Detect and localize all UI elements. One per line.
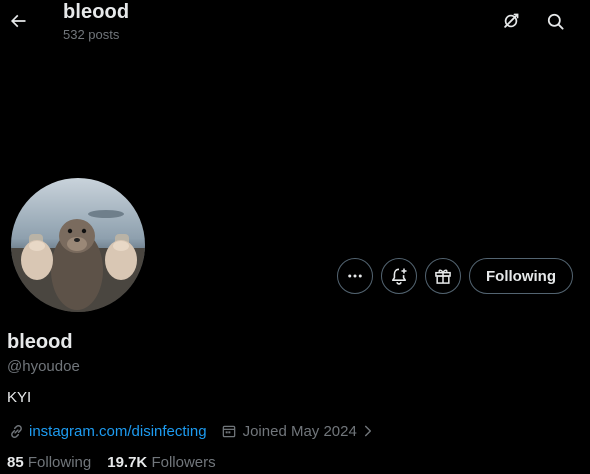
follow-stats: 85 Following 19.7K Followers [7,454,216,471]
grok-button[interactable] [495,5,527,37]
chevron-right-icon[interactable] [359,422,377,440]
arrow-left-icon [10,14,26,28]
calendar-icon [220,422,238,440]
followers-label: Followers [151,454,216,471]
website-link[interactable]: instagram.com/disinfecting [29,423,207,440]
post-count: 532 posts [63,27,120,42]
link-icon [7,422,25,440]
more-button[interactable] [337,258,373,294]
top-bar: bleood 532 posts [0,0,590,46]
followers-stat[interactable]: 19.7K Followers [107,454,215,471]
search-icon [547,13,564,30]
following-stat[interactable]: 85 Following [7,454,91,471]
more-dots-icon [348,274,362,278]
bell-plus-icon [391,268,407,285]
notify-button[interactable] [381,258,417,294]
search-button[interactable] [539,5,571,37]
display-name: bleood [7,331,73,353]
gift-icon [435,269,451,284]
back-button[interactable] [4,4,32,38]
following-label: Following [27,454,92,471]
user-handle: @hyoudoe [7,358,80,375]
avatar[interactable] [8,175,148,315]
profile-meta: instagram.com/disinfecting Joined May 20… [7,421,377,441]
followers-count: 19.7K [107,454,148,471]
joined-date: Joined May 2024 [242,422,357,440]
bio: KYI [7,389,32,406]
following-count: 85 [7,454,24,471]
grok-icon [504,13,519,28]
header-title: bleood [63,1,130,23]
following-button[interactable]: Following [469,258,573,294]
gift-button[interactable] [425,258,461,294]
avatar-image [11,178,145,312]
